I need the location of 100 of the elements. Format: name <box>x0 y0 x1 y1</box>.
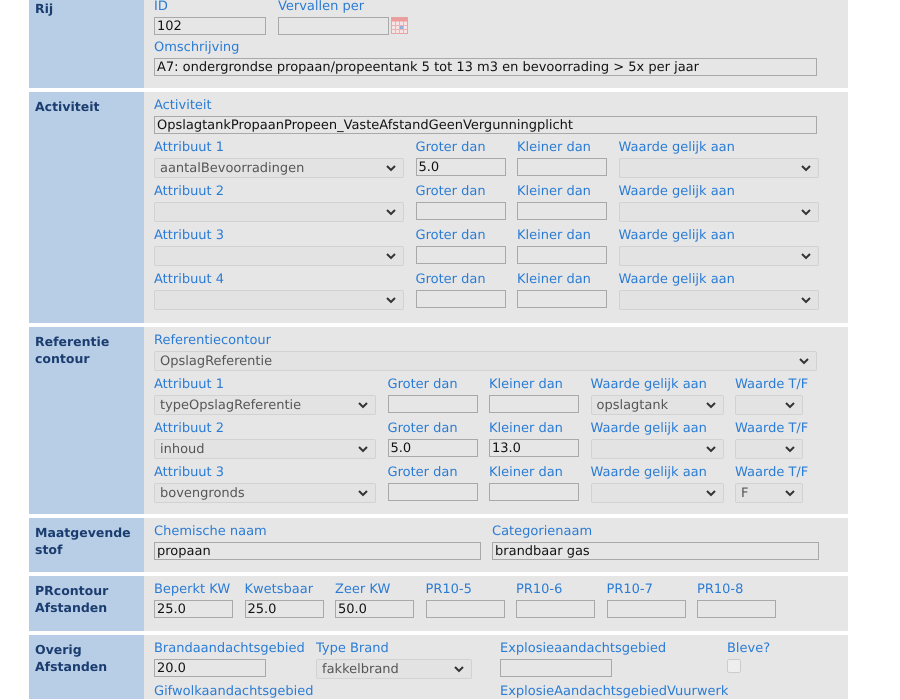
section-heading: Rij <box>35 0 54 17</box>
input-field[interactable]: 5.0 <box>416 158 506 176</box>
input-field[interactable] <box>516 600 595 618</box>
field-label: Gifwolkaandachtsgebied <box>154 685 314 699</box>
section-heading: Activiteit <box>35 98 100 115</box>
chevron-down-icon <box>785 490 795 496</box>
field-label: Categorienaam <box>492 525 592 539</box>
dropdown-field[interactable]: aantalBevoorradingen <box>154 158 404 178</box>
dropdown-field[interactable] <box>618 290 818 310</box>
chevron-down-icon <box>800 208 810 216</box>
input-field[interactable] <box>517 290 607 308</box>
input-field[interactable] <box>606 600 686 618</box>
input-field[interactable] <box>517 158 607 176</box>
field-label: Type Brand <box>316 642 389 656</box>
field-label: Waarde T/F <box>735 466 808 480</box>
input-field[interactable] <box>517 202 607 220</box>
input-field[interactable] <box>388 395 478 413</box>
dropdown-field[interactable]: fakkelbrand <box>316 659 472 679</box>
dropdown-field[interactable]: typeOpslagReferentie <box>154 395 376 415</box>
input-field[interactable]: 50.0 <box>335 600 414 618</box>
dropdown-field[interactable] <box>618 202 818 222</box>
field-label: Vervallen per <box>278 0 364 14</box>
dropdown-field[interactable] <box>618 246 818 266</box>
input-field[interactable] <box>489 395 579 413</box>
field-label: Zeer KW <box>335 583 390 597</box>
input-field[interactable]: 25.0 <box>154 600 233 618</box>
field-label: Referentiecontour <box>154 334 271 348</box>
chevron-down-icon <box>706 490 716 496</box>
dropdown-field[interactable] <box>590 439 724 459</box>
field-label: Beperkt KW <box>154 583 230 597</box>
dropdown-field[interactable] <box>735 395 803 415</box>
dropdown-field[interactable]: bovengronds <box>154 483 376 503</box>
dropdown-field[interactable] <box>154 246 404 266</box>
field-label: Kleiner dan <box>489 378 563 392</box>
input-field[interactable] <box>388 483 478 501</box>
field-label: Brandaandachtsgebied <box>154 642 305 656</box>
field-label: Waarde gelijk aan <box>618 273 735 287</box>
chevron-down-icon <box>706 446 716 452</box>
date-field[interactable] <box>278 17 389 35</box>
chevron-down-icon <box>454 666 464 672</box>
input-field[interactable] <box>416 246 506 264</box>
input-field[interactable] <box>426 600 504 618</box>
input-field[interactable]: brandbaar gas <box>492 542 819 560</box>
field-label: Waarde gelijk aan <box>618 185 735 199</box>
field-label: Groter dan <box>388 466 458 480</box>
input-field[interactable] <box>489 483 579 501</box>
input-field[interactable]: A7: ondergrondse propaan/propeentank 5 tot 13 m3 en bevoorrading > 5x per jaar <box>154 58 817 76</box>
field-label: Attribuut 2 <box>154 422 224 436</box>
field-label: Kwetsbaar <box>244 583 314 597</box>
chevron-down-icon <box>706 402 716 408</box>
dropdown-field[interactable]: opslagtank <box>590 395 724 415</box>
field-label: Explosieaandachtsgebied <box>500 642 666 656</box>
input-field[interactable]: 13.0 <box>489 439 579 457</box>
dropdown-field[interactable]: F <box>735 483 803 503</box>
chevron-down-icon <box>800 296 810 304</box>
input-field[interactable] <box>416 290 506 308</box>
dropdown-field[interactable] <box>154 202 404 222</box>
dropdown-field[interactable] <box>735 439 803 459</box>
input-field[interactable]: OpslagtankPropaanPropeen_VasteAfstandGeenVergunningplicht <box>154 116 817 134</box>
field-label: PR10-6 <box>516 583 562 597</box>
input-field[interactable]: 5.0 <box>388 439 478 457</box>
dropdown-field[interactable]: inhoud <box>154 439 376 459</box>
chevron-down-icon <box>386 164 396 172</box>
field-label: Attribuut 1 <box>154 378 224 392</box>
field-label: Waarde gelijk aan <box>590 422 707 436</box>
field-label: ExplosieAandachtsgebiedVuurwerk <box>500 685 728 699</box>
input-field[interactable] <box>697 600 776 618</box>
input-field[interactable] <box>517 246 607 264</box>
dropdown-field[interactable]: OpslagReferentie <box>154 351 817 371</box>
input-field[interactable] <box>416 202 506 220</box>
input-field[interactable]: 25.0 <box>244 600 324 618</box>
dropdown-field[interactable] <box>590 483 724 503</box>
chevron-down-icon <box>386 208 396 216</box>
chevron-down-icon <box>800 164 810 172</box>
input-field[interactable]: 102 <box>154 17 266 35</box>
field-label: ID <box>154 0 168 14</box>
field-label: Groter dan <box>416 273 486 287</box>
dropdown-field[interactable] <box>618 158 818 178</box>
field-label: Bleve? <box>727 642 770 656</box>
field-label: Attribuut 3 <box>154 466 224 480</box>
dropdown-field[interactable] <box>154 290 404 310</box>
field-label: Waarde gelijk aan <box>590 466 707 480</box>
field-label: Attribuut 4 <box>154 273 224 287</box>
field-label: PR10-7 <box>606 583 653 597</box>
chevron-down-icon <box>358 446 368 452</box>
input-field[interactable]: propaan <box>154 542 481 560</box>
section-heading: Referentie contour <box>35 333 110 367</box>
field-label: Attribuut 2 <box>154 185 224 199</box>
chevron-down-icon <box>785 402 795 408</box>
input-field[interactable] <box>500 659 612 677</box>
field-label: Attribuut 3 <box>154 229 224 243</box>
field-label: Waarde T/F <box>735 378 808 392</box>
checkbox[interactable] <box>727 659 741 673</box>
calendar-icon[interactable] <box>391 17 408 34</box>
chevron-down-icon <box>358 490 368 496</box>
section-heading: Overig Afstanden <box>35 641 108 675</box>
field-label: Kleiner dan <box>489 466 563 480</box>
field-label: Waarde gelijk aan <box>618 229 735 243</box>
field-label: Groter dan <box>388 422 458 436</box>
input-field[interactable]: 20.0 <box>154 659 266 677</box>
